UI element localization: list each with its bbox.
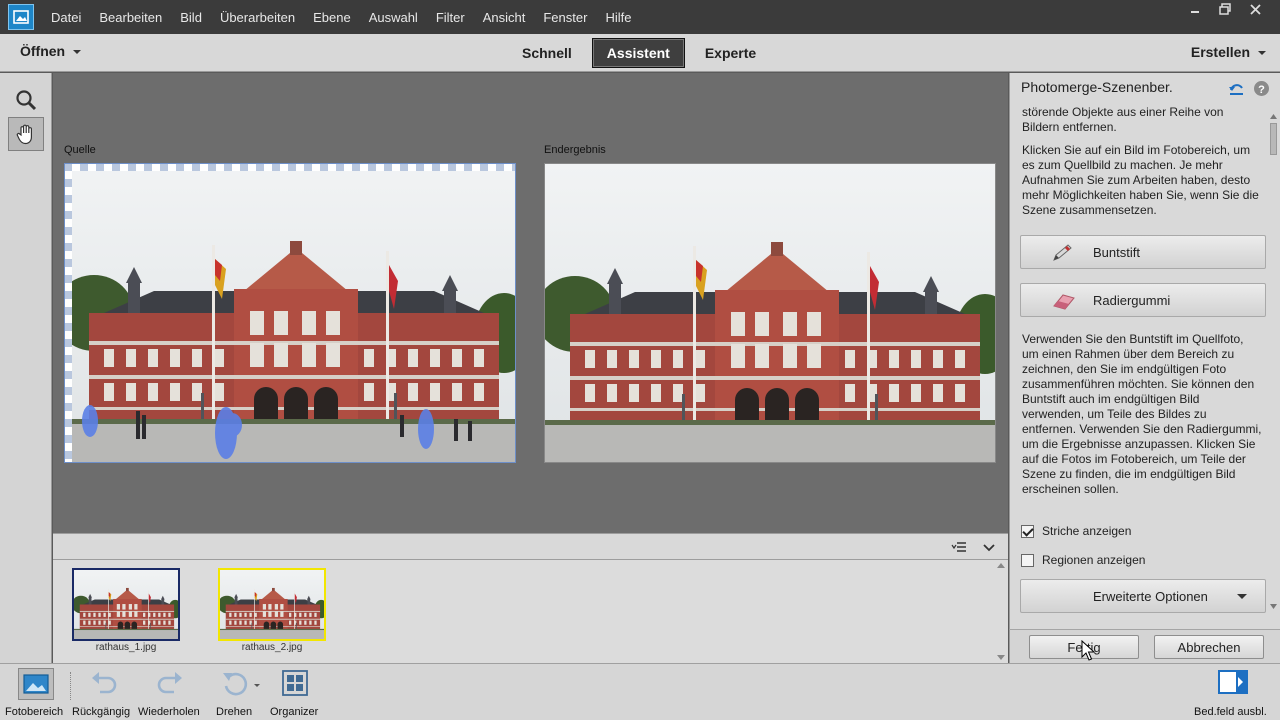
taskbar-separator [70,672,71,700]
tab-assistent[interactable]: Assistent [591,38,685,68]
help-icon[interactable]: ? [1253,80,1270,97]
undo-button[interactable]: Rückgängig [72,666,136,719]
panel-scroll-thumb[interactable] [1270,123,1277,155]
mouse-cursor [1081,639,1096,665]
create-button[interactable]: Erstellen [1191,44,1266,60]
organizer-label: Organizer [270,706,319,718]
panel-instructions-1: Klicken Sie auf ein Bild im Fotobereich,… [1022,143,1259,217]
thumbnail-1[interactable] [71,568,183,641]
rotate-label: Drehen [216,706,253,718]
tab-experte[interactable]: Experte [691,38,770,68]
show-strokes-checkbox[interactable] [1021,524,1034,538]
thumbnail-label: rathaus_1.jpg [95,642,157,653]
close-icon[interactable] [1240,0,1270,18]
photo-bin-label: Fotobereich [5,706,64,718]
undo-label: Rückgängig [72,706,131,718]
open-label: Öffnen [20,43,66,59]
menu-fenster[interactable]: Fenster [534,10,596,25]
undo-icon [92,672,117,694]
advanced-options-button[interactable]: Erweiterte Optionen [1020,579,1266,613]
photo-bin-button[interactable]: Fotobereich [2,666,70,719]
redo-label: Wiederholen [138,706,200,718]
minimize-icon[interactable] [1180,0,1210,18]
chevron-down-icon [73,50,82,55]
restore-icon[interactable] [1210,0,1240,18]
show-regions-toggle[interactable]: Regionen anzeigen [1021,553,1145,567]
menu-datei[interactable]: Datei [42,10,90,25]
panel-scrollbar[interactable] [1269,113,1278,611]
eraser-label: Radiergummi [1093,292,1171,308]
hide-panel-button[interactable]: Bed.feld ausbl. [1190,666,1278,719]
organizer-button[interactable]: Organizer [266,666,326,719]
create-label: Erstellen [1190,44,1250,60]
thumbnail-2[interactable] [217,568,329,641]
menu-bar: Datei Bearbeiten Bild Überarbeiten Ebene… [0,0,1280,34]
advanced-options-label: Erweiterte Optionen [1093,589,1208,604]
photo-bin-scrollbar[interactable] [996,560,1006,663]
photo-bin-header [53,533,1008,560]
panel-title: Photomerge-Szenenber. [1021,79,1173,95]
bottom-taskbar: Fotobereich Rückgängig Wiederholen Drehe… [0,663,1280,720]
reset-icon[interactable] [1228,80,1245,97]
show-strokes-toggle[interactable]: Striche anzeigen [1021,524,1131,538]
tool-strip [0,73,52,663]
open-button[interactable]: Öffnen [20,43,82,59]
zoom-tool[interactable] [8,83,44,117]
panel-toggle-icon [1218,670,1248,694]
result-label: Endergebnis [544,144,606,156]
tab-schnell[interactable]: Schnell [508,38,586,68]
menu-ueberarbeiten[interactable]: Überarbeiten [211,10,304,25]
hand-tool[interactable] [8,117,44,151]
assistant-panel: Photomerge-Szenenber. ? störende Objekte… [1009,73,1280,629]
mode-tabs: Schnell Assistent Experte [508,38,770,68]
source-label: Quelle [64,144,96,156]
menu-auswahl[interactable]: Auswahl [360,10,427,25]
pencil-button[interactable]: Buntstift [1020,235,1266,269]
svg-text:?: ? [1258,84,1265,96]
menu-filter[interactable]: Filter [427,10,474,25]
hide-panel-label: Bed.feld ausbl. [1194,706,1267,718]
menu-ebene[interactable]: Ebene [304,10,360,25]
organizer-icon [282,670,308,696]
pencil-label: Buntstift [1093,244,1140,260]
panel-intro-text: störende Objekte aus einer Reihe von Bil… [1022,105,1224,134]
show-regions-label: Regionen anzeigen [1042,553,1146,567]
menu-bild[interactable]: Bild [171,10,211,25]
mode-bar: Öffnen Schnell Assistent Experte Erstell… [0,34,1280,72]
redo-icon [157,672,182,694]
bin-options-icon[interactable] [951,541,967,556]
chevron-down-icon[interactable] [983,542,995,556]
cancel-button[interactable]: Abbrechen [1154,635,1264,659]
show-strokes-label: Striche anzeigen [1042,524,1132,538]
app-logo-icon[interactable] [8,4,34,30]
panel-footer: Fertig Abbrechen [1009,629,1280,663]
thumbnail-label: rathaus_2.jpg [241,642,303,653]
source-frame [64,163,516,463]
panel-instructions-2: Verwenden Sie den Buntstift im Quellfoto… [1022,332,1262,496]
rotate-icon [223,672,260,696]
menu-ansicht[interactable]: Ansicht [474,10,535,25]
eraser-button[interactable]: Radiergummi [1020,283,1266,317]
pencil-icon [1053,244,1072,261]
photo-bin-icon [18,668,54,700]
menu-bearbeiten[interactable]: Bearbeiten [90,10,171,25]
show-regions-checkbox[interactable] [1021,553,1034,567]
chevron-down-icon [1258,51,1266,56]
result-image[interactable] [544,163,996,463]
menu-hilfe[interactable]: Hilfe [596,10,640,25]
zoom-icon [16,90,37,111]
chevron-down-icon [1237,594,1247,599]
eraser-icon [1053,294,1075,310]
hand-icon [16,124,32,145]
rotate-button[interactable]: Drehen [208,666,264,719]
window-controls [1180,0,1270,20]
photo-bin: rathaus_1.jpg rathaus_2.jpg [53,560,1008,663]
redo-button[interactable]: Wiederholen [136,666,204,719]
